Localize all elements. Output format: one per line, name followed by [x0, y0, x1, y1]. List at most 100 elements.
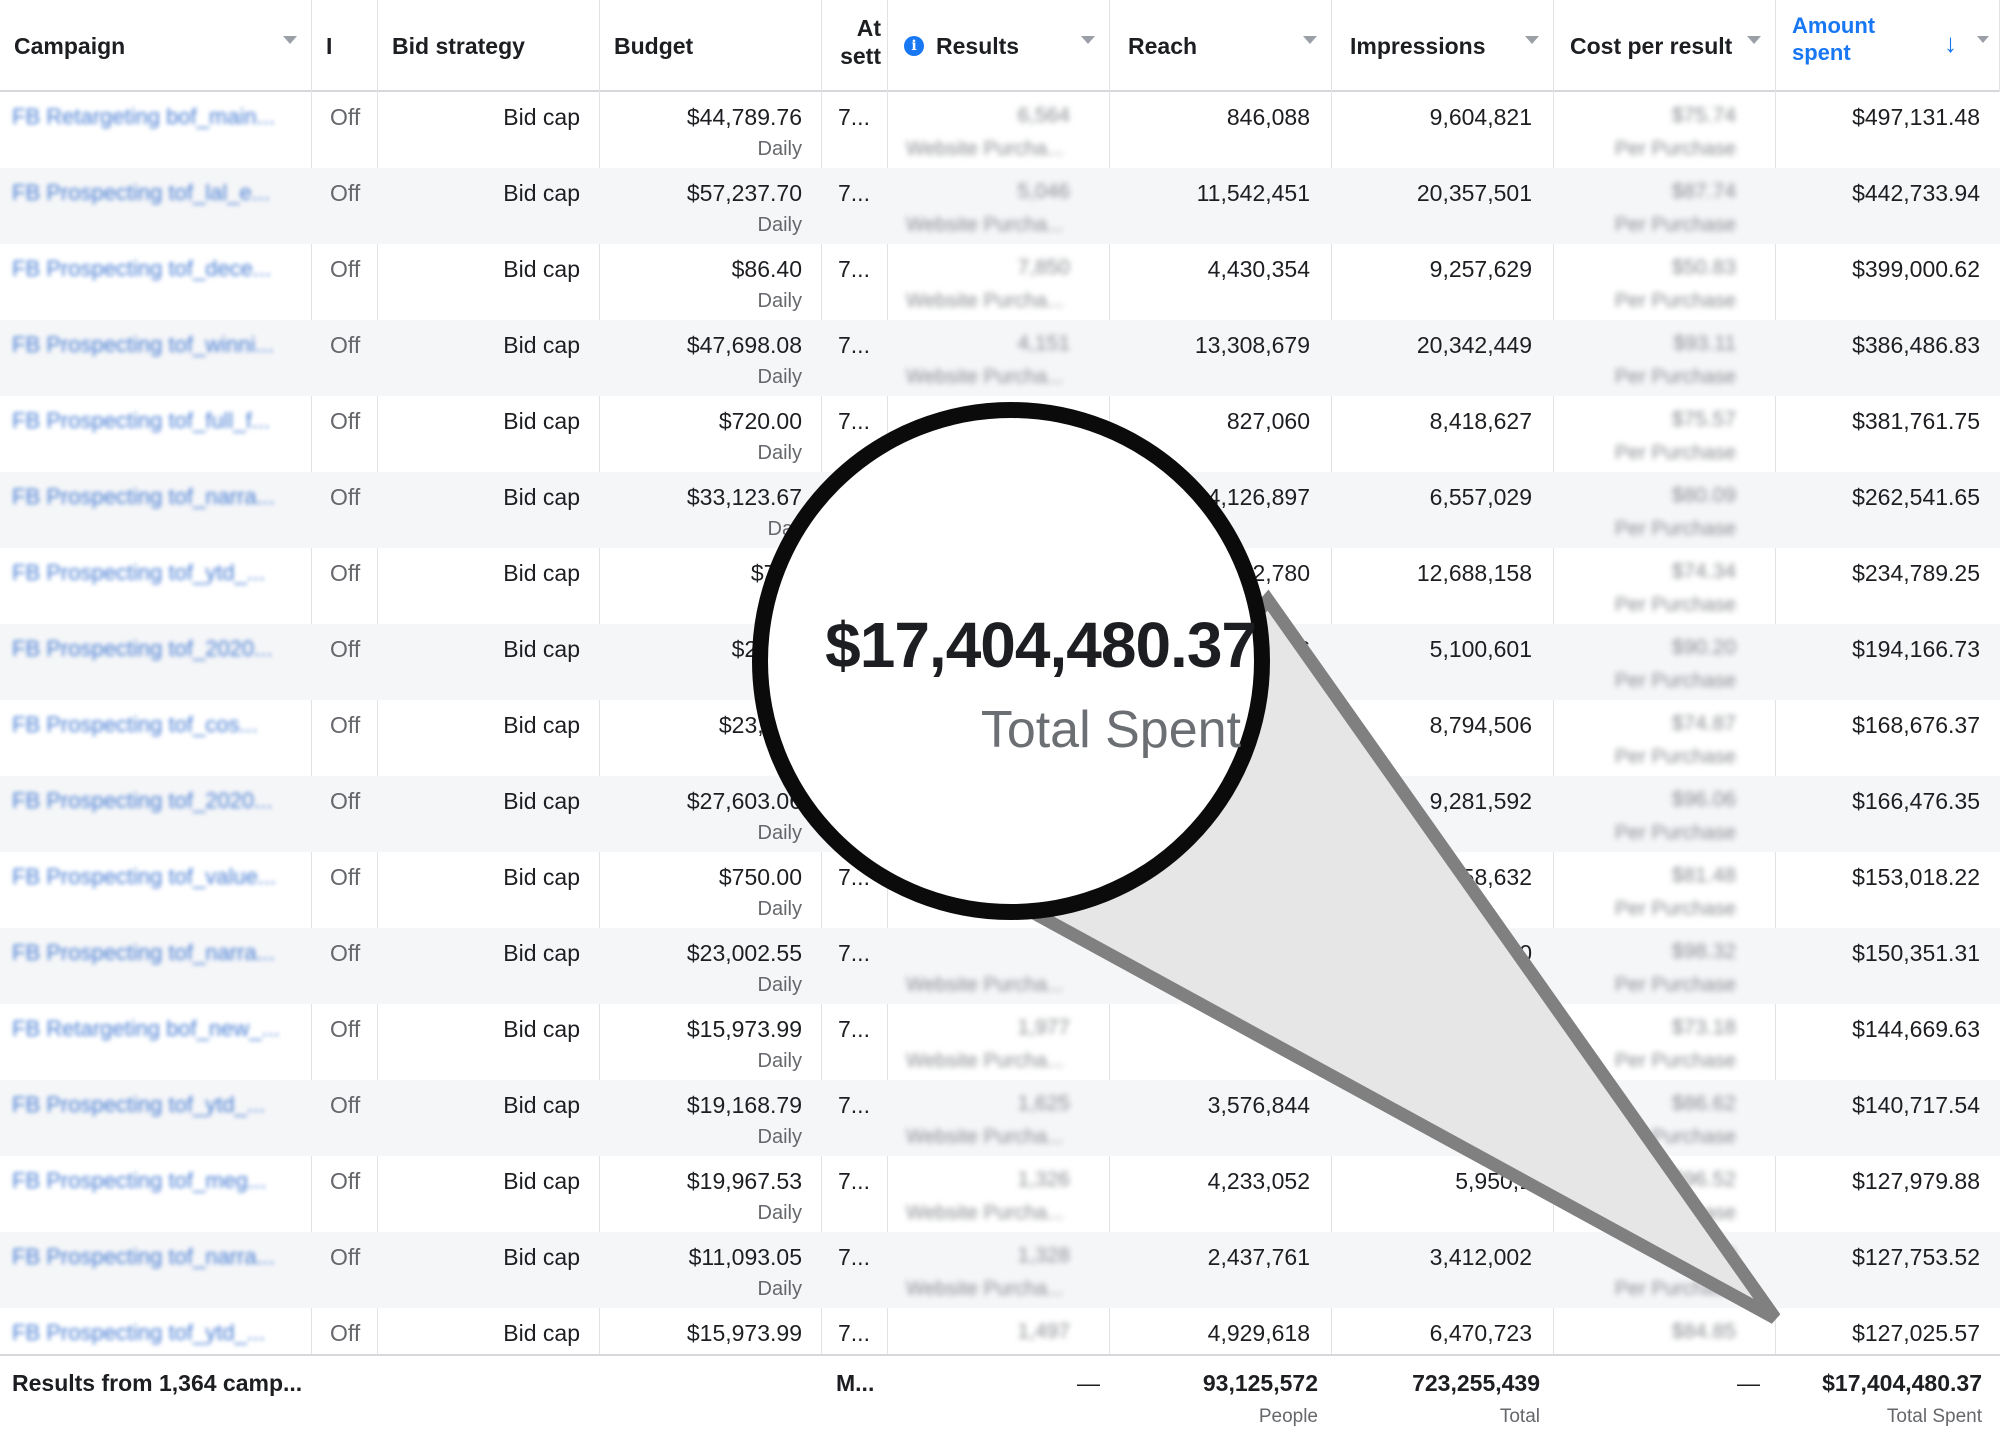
cell-budget[interactable]: $47,698.08 Daily: [600, 320, 822, 396]
cell-budget[interactable]: $27,60: [600, 624, 822, 700]
campaign-name-link[interactable]: FB Prospecting tof_value...: [12, 864, 276, 890]
chevron-down-icon[interactable]: [1977, 36, 1989, 43]
budget-value[interactable]: $19,168.79: [687, 1092, 802, 1119]
cell-campaign[interactable]: FB Prospecting tof_dece...: [0, 244, 312, 320]
cell-campaign[interactable]: FB Prospecting tof_ytd_...: [0, 548, 312, 624]
cell-campaign[interactable]: FB Prospecting tof_ytd_...: [0, 1080, 312, 1156]
cell-budget[interactable]: $11,093.05 Daily: [600, 1232, 822, 1308]
cell-budget[interactable]: $720.00 Daily: [600, 396, 822, 472]
campaign-name-link[interactable]: FB Prospecting tof_narra...: [12, 1244, 275, 1270]
budget-value[interactable]: $11,093.05: [689, 1244, 802, 1271]
campaign-name-link[interactable]: FB Prospecting tof_2020...: [12, 636, 273, 662]
cell-budget[interactable]: $33,123.67 Dail: [600, 472, 822, 548]
budget-value[interactable]: $23,002.55: [687, 940, 802, 967]
table-row[interactable]: FB Prospecting tof_ytd_... Off Bid cap $19,…: [0, 1080, 2000, 1156]
column-header-attribution[interactable]: At sett: [822, 0, 888, 92]
campaign-name-link[interactable]: FB Prospecting tof_dece...: [12, 256, 271, 282]
budget-value[interactable]: $33,123.67: [687, 484, 802, 511]
table-row[interactable]: FB Prospecting tof_dece... Off Bid cap $86.…: [0, 244, 2000, 320]
cell-budget[interactable]: $19,168.79 Daily: [600, 1080, 822, 1156]
budget-value[interactable]: $720.00: [719, 408, 802, 435]
table-row[interactable]: FB Prospecting tof_narra... Off Bid cap $11…: [0, 1232, 2000, 1308]
cell-campaign[interactable]: FB Retargeting bof_new_...: [0, 1004, 312, 1080]
table-row[interactable]: FB Prospecting tof_narra... Off Bid cap $33…: [0, 472, 2000, 548]
budget-value[interactable]: $23,002: [719, 712, 802, 739]
column-header-impressions[interactable]: Impressions: [1332, 0, 1554, 92]
chevron-down-icon[interactable]: [1525, 36, 1539, 44]
budget-value[interactable]: $27,60: [732, 636, 802, 663]
cell-budget[interactable]: $720: [600, 548, 822, 624]
chevron-down-icon[interactable]: [1747, 36, 1761, 44]
cell-campaign[interactable]: FB Prospecting tof_narra...: [0, 1232, 312, 1308]
cell-budget[interactable]: $15,973.99 Daily: [600, 1004, 822, 1080]
table-row[interactable]: FB Prospecting tof_cos... Off Bid cap $23,0…: [0, 700, 2000, 776]
budget-value[interactable]: $44,789.76: [687, 104, 802, 131]
chevron-down-icon[interactable]: [1081, 36, 1095, 44]
campaign-name-link[interactable]: FB Retargeting bof_main...: [12, 104, 275, 130]
campaign-name-link[interactable]: FB Retargeting bof_new_...: [12, 1016, 280, 1042]
budget-value[interactable]: $720: [751, 560, 802, 587]
cell-budget[interactable]: $750.00 Daily: [600, 852, 822, 928]
cell-campaign[interactable]: FB Prospecting tof_cos...: [0, 700, 312, 776]
campaign-name-link[interactable]: FB Prospecting tof_meg...: [12, 1168, 266, 1194]
column-header-budget[interactable]: Budget: [600, 0, 822, 92]
campaign-name-link[interactable]: FB Prospecting tof_full_f...: [12, 408, 270, 434]
cell-campaign[interactable]: FB Prospecting tof_full_f...: [0, 396, 312, 472]
campaign-name-link[interactable]: FB Prospecting tof_winni...: [12, 332, 274, 358]
campaign-name-link[interactable]: FB Prospecting tof_ytd_...: [12, 560, 265, 586]
column-header-results[interactable]: i Results: [888, 0, 1110, 92]
campaign-name-link[interactable]: FB Prospecting tof_2020...: [12, 788, 273, 814]
cell-budget[interactable]: $19,967.53 Daily: [600, 1156, 822, 1232]
table-row[interactable]: FB Prospecting tof_winni... Off Bid cap $47…: [0, 320, 2000, 396]
cell-budget[interactable]: $23,002.55 Daily: [600, 928, 822, 1004]
table-row[interactable]: FB Prospecting tof_2020... Off Bid cap $27,…: [0, 624, 2000, 700]
table-row[interactable]: FB Retargeting bof_new_... Off Bid cap $15,…: [0, 1004, 2000, 1080]
campaign-name-link[interactable]: FB Prospecting tof_lal_e...: [12, 180, 270, 206]
campaign-name-link[interactable]: FB Prospecting tof_cos...: [12, 712, 258, 738]
cell-campaign[interactable]: FB Retargeting bof_main...: [0, 92, 312, 168]
campaign-name-link[interactable]: FB Prospecting tof_ytd_...: [12, 1320, 265, 1346]
cell-budget[interactable]: $23,002 Da: [600, 700, 822, 776]
table-row[interactable]: FB Prospecting tof_lal_e... Off Bid cap $57…: [0, 168, 2000, 244]
column-header-bid-strategy[interactable]: Bid strategy: [378, 0, 600, 92]
cell-campaign[interactable]: FB Prospecting tof_narra...: [0, 472, 312, 548]
table-row[interactable]: FB Prospecting tof_meg... Off Bid cap $19,9…: [0, 1156, 2000, 1232]
budget-value[interactable]: $27,603.06: [687, 788, 802, 815]
budget-value[interactable]: $15,973.99: [687, 1320, 802, 1347]
column-header-cost-per-result[interactable]: Cost per result: [1554, 0, 1776, 92]
budget-value[interactable]: $86.40: [732, 256, 802, 283]
cell-campaign[interactable]: FB Prospecting tof_value...: [0, 852, 312, 928]
cell-campaign[interactable]: FB Prospecting tof_2020...: [0, 776, 312, 852]
table-row[interactable]: FB Prospecting tof_value... Off Bid cap $75…: [0, 852, 2000, 928]
column-header-amount-spent[interactable]: Amount spent ↓: [1776, 0, 2000, 92]
budget-value[interactable]: $47,698.08: [687, 332, 802, 359]
column-header-reach[interactable]: Reach: [1110, 0, 1332, 92]
cell-budget[interactable]: $86.40 Daily: [600, 244, 822, 320]
budget-value[interactable]: $57,237.70: [687, 180, 802, 207]
table-row[interactable]: FB Prospecting tof_2020... Off Bid cap $27,…: [0, 776, 2000, 852]
table-row[interactable]: FB Prospecting tof_ytd_... Off Bid cap $720…: [0, 548, 2000, 624]
column-header-campaign[interactable]: Campaign: [0, 0, 312, 92]
cell-campaign[interactable]: FB Prospecting tof_2020...: [0, 624, 312, 700]
column-header-delivery[interactable]: I: [312, 0, 378, 92]
cell-campaign[interactable]: FB Prospecting tof_winni...: [0, 320, 312, 396]
cell-campaign[interactable]: FB Prospecting tof_lal_e...: [0, 168, 312, 244]
cell-budget[interactable]: $27,603.06 Daily: [600, 776, 822, 852]
sort-descending-icon[interactable]: ↓: [1944, 30, 1957, 57]
cell-budget[interactable]: $57,237.70 Daily: [600, 168, 822, 244]
table-row[interactable]: FB Prospecting tof_full_f... Off Bid cap $7…: [0, 396, 2000, 472]
cell-campaign[interactable]: FB Prospecting tof_narra...: [0, 928, 312, 1004]
budget-value[interactable]: $15,973.99: [687, 1016, 802, 1043]
cell-campaign[interactable]: FB Prospecting tof_meg...: [0, 1156, 312, 1232]
budget-value[interactable]: $19,967.53: [687, 1168, 802, 1195]
budget-value[interactable]: $750.00: [719, 864, 802, 891]
info-icon[interactable]: i: [904, 36, 924, 56]
chevron-down-icon[interactable]: [283, 36, 297, 44]
campaign-name-link[interactable]: FB Prospecting tof_ytd_...: [12, 1092, 265, 1118]
cell-budget[interactable]: $44,789.76 Daily: [600, 92, 822, 168]
campaign-name-link[interactable]: FB Prospecting tof_narra...: [12, 940, 275, 966]
table-row[interactable]: FB Prospecting tof_narra... Off Bid cap $23…: [0, 928, 2000, 1004]
table-row[interactable]: FB Retargeting bof_main... Off Bid cap $44,…: [0, 92, 2000, 168]
chevron-down-icon[interactable]: [1303, 36, 1317, 44]
campaign-name-link[interactable]: FB Prospecting tof_narra...: [12, 484, 275, 510]
